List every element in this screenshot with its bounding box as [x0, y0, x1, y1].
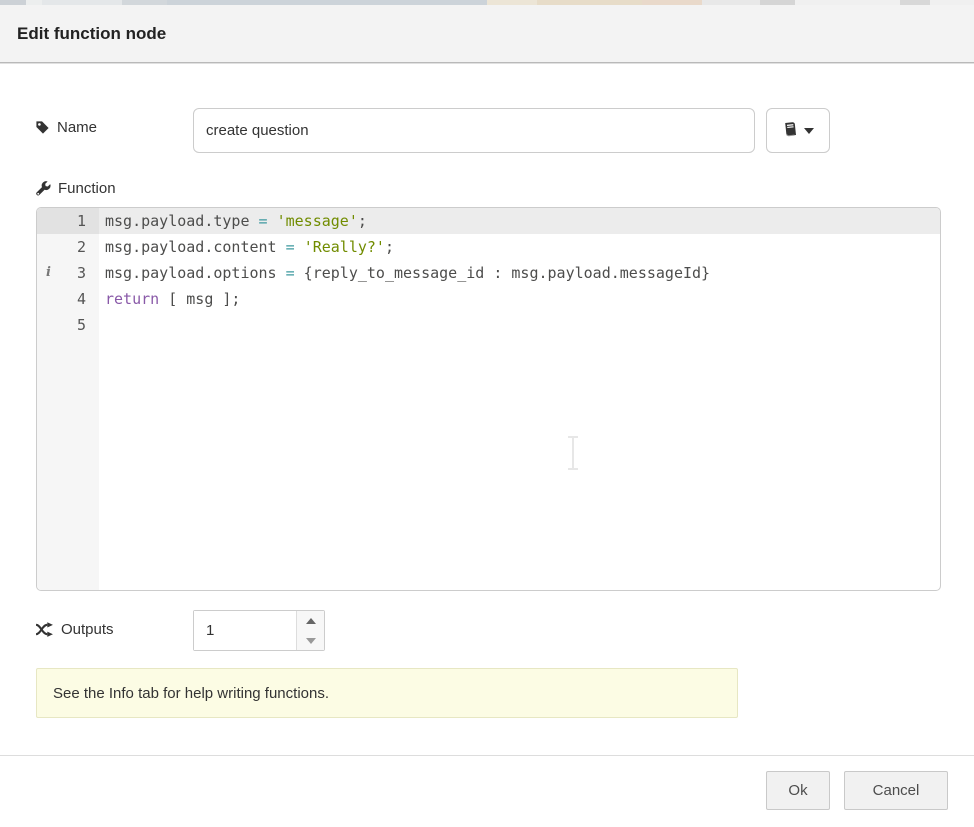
code-line [99, 312, 940, 338]
function-label-group: Function [35, 180, 116, 197]
name-label-group: Name [35, 119, 97, 136]
dialog-header: Edit function node [0, 5, 974, 63]
spinner-up-button[interactable] [297, 611, 325, 630]
gutter-line-number: i3 [37, 260, 99, 286]
gutter-line-number: 2 [37, 234, 99, 260]
gutter-line-number: 4 [37, 286, 99, 312]
shuffle-icon [35, 622, 54, 637]
editor-code[interactable]: msg.payload.type = 'message';msg.payload… [99, 208, 940, 590]
function-label: Function [58, 180, 116, 197]
outputs-spinner [193, 610, 325, 651]
form-tip-text: See the Info tab for help writing functi… [53, 685, 329, 702]
spinner-buttons [296, 611, 324, 650]
dialog-title: Edit function node [17, 5, 166, 63]
ok-button[interactable]: Ok [766, 771, 830, 810]
library-dropdown-button[interactable] [766, 108, 830, 153]
spinner-down-button[interactable] [297, 631, 325, 650]
arrow-up-icon [306, 618, 316, 624]
footer-separator [0, 755, 974, 756]
code-line: msg.payload.type = 'message'; [99, 208, 940, 234]
code-line: msg.payload.options = {reply_to_message_… [99, 260, 940, 286]
form-tip: See the Info tab for help writing functi… [36, 668, 738, 718]
tag-icon [35, 120, 50, 135]
gutter-line-number: 5 [37, 312, 99, 338]
outputs-label: Outputs [61, 621, 114, 638]
edit-function-dialog: Edit function node Name Function 12i [0, 0, 974, 827]
arrow-down-icon [306, 638, 316, 644]
code-line: msg.payload.content = 'Really?'; [99, 234, 940, 260]
wrench-icon [35, 181, 51, 197]
name-input[interactable] [193, 108, 755, 153]
cancel-button[interactable]: Cancel [844, 771, 948, 810]
info-annotation-icon: i [46, 260, 51, 286]
outputs-label-group: Outputs [35, 621, 114, 638]
name-label: Name [57, 119, 97, 136]
editor-gutter: 12i345 [37, 208, 99, 590]
caret-down-icon [804, 128, 814, 134]
code-line: return [ msg ]; [99, 286, 940, 312]
outputs-input[interactable] [194, 611, 296, 650]
book-icon [782, 120, 799, 140]
code-editor[interactable]: 12i345 msg.payload.type = 'message';msg.… [36, 207, 941, 591]
gutter-line-number: 1 [37, 208, 99, 234]
